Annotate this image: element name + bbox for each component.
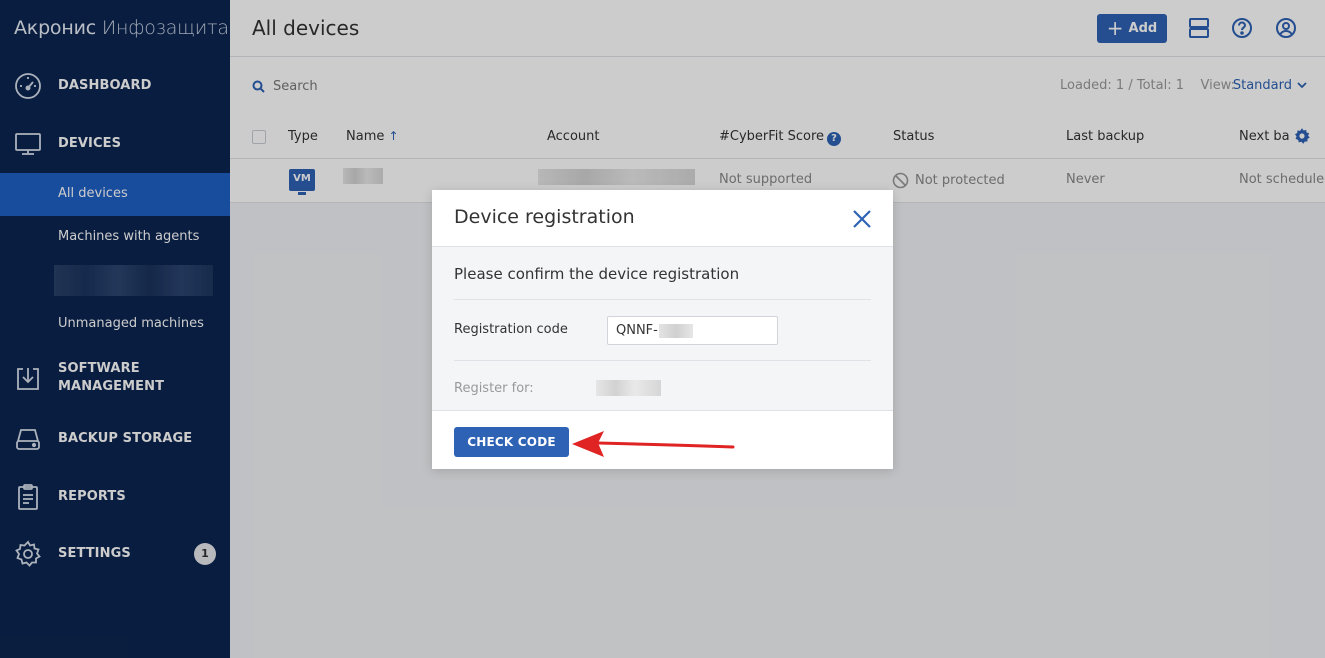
dialog-title: Device registration — [454, 206, 635, 228]
dialog-body: Please confirm the device registration R… — [432, 247, 893, 411]
check-code-button[interactable]: CHECK CODE — [454, 427, 569, 457]
divider — [454, 299, 871, 300]
redacted-register-for — [596, 380, 661, 396]
redacted-code — [658, 323, 693, 338]
dialog-header: Device registration — [432, 190, 893, 247]
red-annotation-arrow-icon — [572, 431, 735, 457]
register-for-label: Register for: — [454, 381, 534, 396]
confirm-text: Please confirm the device registration — [454, 265, 740, 283]
registration-code-label: Registration code — [454, 322, 568, 337]
divider — [454, 360, 871, 361]
close-icon[interactable] — [851, 208, 873, 230]
registration-code-field[interactable]: QNNF- — [607, 316, 778, 345]
